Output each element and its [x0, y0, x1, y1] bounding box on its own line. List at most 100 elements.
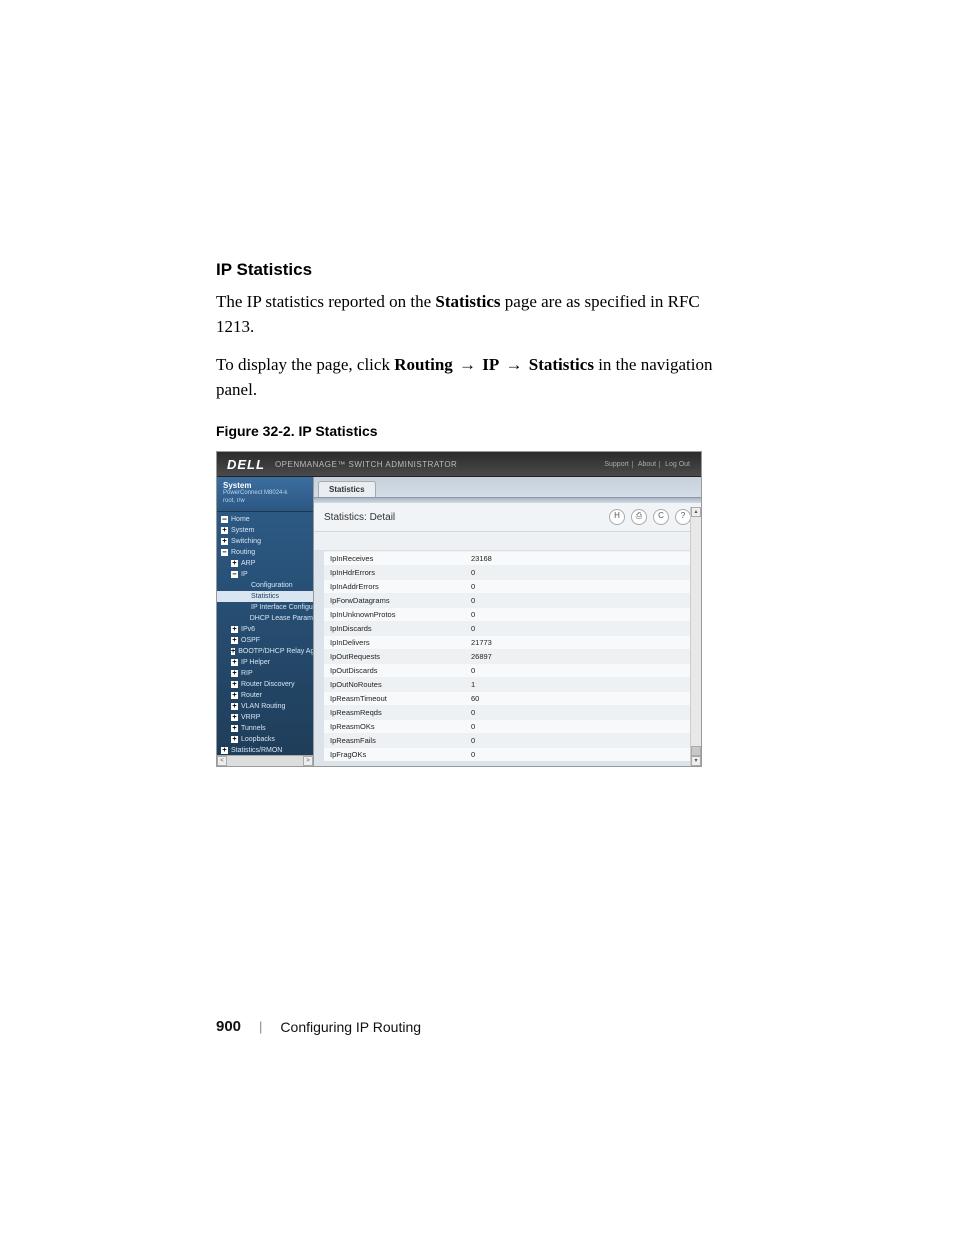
scroll-left-icon[interactable]: < [217, 756, 227, 766]
scroll-down-icon[interactable]: ▾ [691, 756, 701, 766]
expand-icon[interactable]: + [221, 747, 228, 754]
sidebar-header: System PowerConnect M8024-k root, r/w [217, 477, 313, 511]
stat-name: IpOutRequests [324, 652, 465, 661]
tree-node[interactable]: DHCP Lease Param [217, 613, 313, 624]
stat-name: IpFragOKs [324, 750, 465, 759]
tree-node[interactable]: +BOOTP/DHCP Relay Age [217, 646, 313, 657]
statistics-term: Statistics [435, 292, 500, 311]
tree-label: Router [241, 690, 262, 701]
tree-label: Home [231, 514, 250, 525]
expand-icon[interactable]: + [221, 538, 228, 545]
refresh-icon[interactable]: C [653, 509, 669, 525]
table-row: IpReasmTimeout60 [324, 691, 695, 705]
expand-icon[interactable]: + [231, 714, 238, 721]
tree-node[interactable]: +Statistics/RMON [217, 745, 313, 755]
stat-value: 0 [465, 568, 695, 577]
tree-node[interactable]: +VLAN Routing [217, 701, 313, 712]
tree-label: Statistics/RMON [231, 745, 282, 755]
print-icon[interactable]: ⎙ [631, 509, 647, 525]
stat-value: 0 [465, 582, 695, 591]
tree-node[interactable]: +Loopbacks [217, 734, 313, 745]
tree-node[interactable]: +Router [217, 690, 313, 701]
tree-node[interactable]: +IP Helper [217, 657, 313, 668]
nav-ip: IP [482, 355, 499, 374]
scroll-thumb[interactable] [691, 746, 701, 756]
tree-node[interactable]: +Tunnels [217, 723, 313, 734]
figure-caption: Figure 32-2. IP Statistics [216, 423, 738, 439]
sidebar-user: root, r/w [223, 498, 307, 505]
header-links: Support About Log Out [601, 461, 701, 468]
scroll-up-icon[interactable]: ▴ [691, 507, 701, 517]
stat-name: IpInHdrErrors [324, 568, 465, 577]
sidebar-device: PowerConnect M8024-k [223, 490, 307, 497]
stat-value: 60 [465, 694, 695, 703]
tree-node[interactable]: —Home [217, 514, 313, 525]
stat-name: IpInDelivers [324, 638, 465, 647]
stat-value: 26897 [465, 652, 695, 661]
sidebar-hscroll[interactable]: < > [217, 755, 313, 766]
stat-value: 0 [465, 624, 695, 633]
tree-label: Statistics [251, 591, 279, 602]
intro-paragraph-1: The IP statistics reported on the Statis… [216, 290, 738, 339]
tree-node[interactable]: +Router Discovery [217, 679, 313, 690]
stat-name: IpInDiscards [324, 624, 465, 633]
stat-name: IpInAddrErrors [324, 582, 465, 591]
tree-node[interactable]: +Switching [217, 536, 313, 547]
section-heading: IP Statistics [216, 260, 738, 280]
tree-node[interactable]: +System [217, 525, 313, 536]
table-row: IpOutNoRoutes1 [324, 677, 695, 691]
link-about[interactable]: About [635, 461, 660, 468]
link-support[interactable]: Support [601, 461, 633, 468]
table-row: IpFragOKs0 [324, 747, 695, 761]
tree-label: RIP [241, 668, 253, 679]
tree-label: Loopbacks [241, 734, 275, 745]
expand-icon[interactable]: + [231, 648, 235, 655]
tree-node[interactable]: +RIP [217, 668, 313, 679]
stat-name: IpReasmTimeout [324, 694, 465, 703]
expand-icon[interactable]: + [231, 736, 238, 743]
expand-icon[interactable]: + [231, 681, 238, 688]
tree-node[interactable]: +OSPF [217, 635, 313, 646]
tree-node[interactable]: Configuration [217, 580, 313, 591]
save-icon[interactable]: H [609, 509, 625, 525]
tree-label: ARP [241, 558, 255, 569]
expand-icon[interactable]: + [231, 659, 238, 666]
table-row: IpReasmFails0 [324, 733, 695, 747]
expand-icon[interactable]: + [231, 560, 238, 567]
expand-icon[interactable]: + [231, 626, 238, 633]
tree-label: IP Helper [241, 657, 270, 668]
node-icon[interactable]: — [221, 516, 228, 523]
sidebar-system-label: System [223, 481, 307, 490]
expand-icon[interactable]: + [231, 692, 238, 699]
stat-value: 0 [465, 610, 695, 619]
tree-node[interactable]: Statistics [217, 591, 313, 602]
tree-node[interactable]: −IP [217, 569, 313, 580]
collapse-icon[interactable]: − [231, 571, 238, 578]
help-icon[interactable]: ? [675, 509, 691, 525]
table-row: IpInUnknownProtos0 [324, 607, 695, 621]
stat-value: 23168 [465, 554, 695, 563]
link-logout[interactable]: Log Out [662, 461, 693, 468]
expand-icon[interactable]: + [231, 637, 238, 644]
expand-icon[interactable]: + [231, 670, 238, 677]
nav-routing: Routing [394, 355, 453, 374]
collapse-icon[interactable]: − [221, 549, 228, 556]
scroll-right-icon[interactable]: > [303, 756, 313, 766]
tree-node[interactable]: −Routing [217, 547, 313, 558]
tree-node[interactable]: IP Interface Configu [217, 602, 313, 613]
main-vscroll[interactable]: ▴ ▾ [690, 507, 701, 765]
stat-value: 0 [465, 722, 695, 731]
stat-name: IpOutNoRoutes [324, 680, 465, 689]
expand-icon[interactable]: + [221, 527, 228, 534]
stat-value: 1 [465, 680, 695, 689]
expand-icon[interactable]: + [231, 725, 238, 732]
tree-node[interactable]: +IPv6 [217, 624, 313, 635]
expand-icon[interactable]: + [231, 703, 238, 710]
tree-node[interactable]: +VRRP [217, 712, 313, 723]
tree-label: Routing [231, 547, 255, 558]
tree-label: VRRP [241, 712, 260, 723]
text: The IP statistics reported on the [216, 292, 435, 311]
tab-statistics[interactable]: Statistics [318, 481, 376, 497]
tree-node[interactable]: +ARP [217, 558, 313, 569]
text: To display the page, click [216, 355, 394, 374]
